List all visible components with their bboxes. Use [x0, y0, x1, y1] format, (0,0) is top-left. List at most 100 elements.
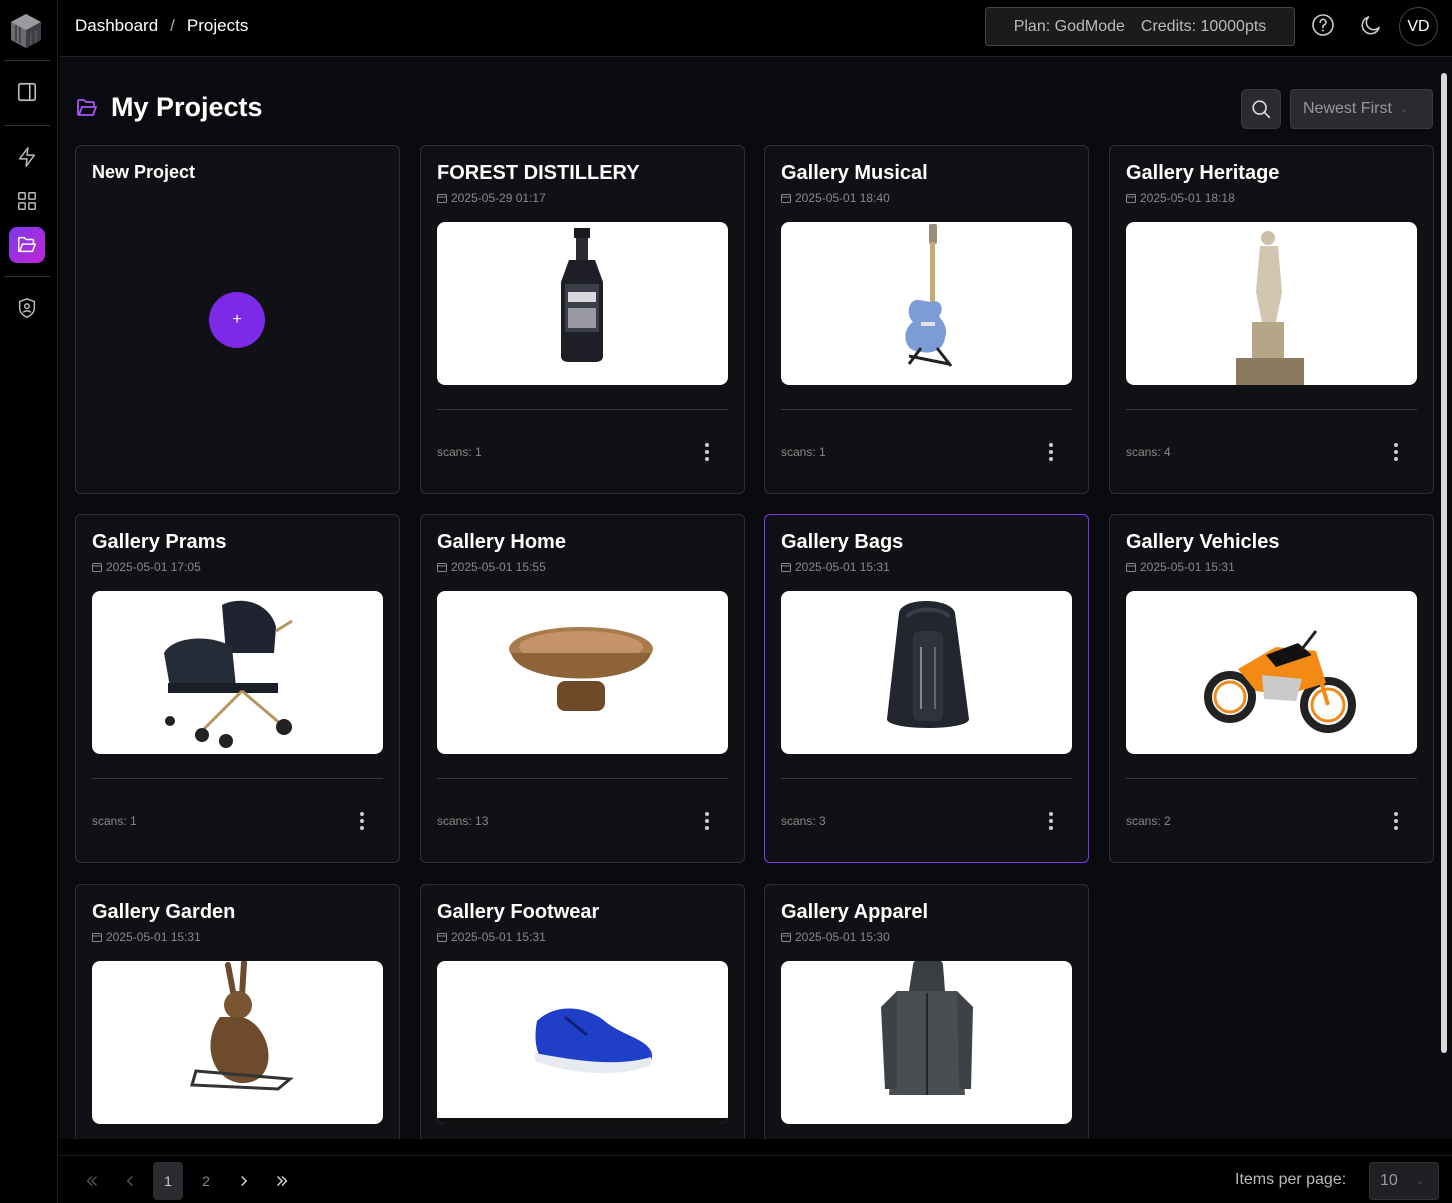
project-date: 2025-05-01 18:40	[781, 191, 890, 205]
plan-label: Plan: GodMode	[1013, 17, 1125, 35]
sidebar-item-admin[interactable]	[9, 290, 45, 326]
chevrons-right-icon	[277, 1176, 288, 1186]
project-scans: scans: 4	[1126, 445, 1171, 459]
project-thumbnail[interactable]	[781, 961, 1072, 1124]
card-divider	[92, 778, 383, 779]
project-date-text: 2025-05-01 17:05	[106, 560, 201, 574]
project-title: Gallery Bags	[781, 531, 904, 553]
sidebar-divider	[4, 276, 50, 277]
project-card[interactable]: Gallery Vehicles 2025-05-01 15:31 scans:…	[1109, 514, 1434, 863]
project-menu-button[interactable]	[1041, 809, 1061, 833]
panel-icon	[17, 82, 37, 102]
motorcycle-icon	[1204, 630, 1356, 733]
chevrons-left-icon	[86, 1176, 97, 1186]
project-card[interactable]: Gallery Prams 2025-05-01 17:05 scans: 1	[75, 514, 400, 863]
sort-select[interactable]: Newest First ⌄	[1290, 89, 1433, 129]
add-project-button[interactable]: +	[209, 292, 265, 348]
project-thumbnail[interactable]	[1126, 591, 1417, 754]
scrollbar[interactable]	[1441, 73, 1447, 1053]
project-title: Gallery Musical	[781, 162, 928, 184]
calendar-icon	[437, 933, 447, 942]
grid-icon	[18, 192, 36, 210]
project-date-text: 2025-05-01 18:40	[795, 191, 890, 205]
project-thumbnail[interactable]	[92, 961, 383, 1124]
user-avatar[interactable]: VD	[1399, 7, 1438, 46]
project-date: 2025-05-01 15:30	[781, 930, 890, 944]
card-divider	[1126, 778, 1417, 779]
project-date: 2025-05-01 15:31	[92, 930, 201, 944]
project-card[interactable]: Gallery Musical 2025-05-01 18:40 scans: …	[764, 145, 1089, 494]
prev-page-button[interactable]	[115, 1162, 145, 1200]
breadcrumb: Dashboard / Projects	[75, 16, 248, 36]
project-menu-button[interactable]	[1386, 440, 1406, 464]
project-card[interactable]: Gallery Footwear 2025-05-01 15:31	[420, 884, 745, 1139]
project-thumbnail[interactable]	[781, 591, 1072, 754]
project-card[interactable]: Gallery Heritage 2025-05-01 18:18 scans:…	[1109, 145, 1434, 494]
calendar-icon	[1126, 563, 1136, 572]
help-icon	[1312, 14, 1334, 36]
project-card[interactable]: Gallery Home 2025-05-01 15:55 scans: 13	[420, 514, 745, 863]
calendar-icon	[92, 933, 102, 942]
shield-user-icon	[18, 298, 36, 318]
project-title: Gallery Heritage	[1126, 162, 1280, 184]
project-card[interactable]: Gallery Apparel 2025-05-01 15:30	[764, 884, 1089, 1139]
project-date-text: 2025-05-01 15:30	[795, 930, 890, 944]
sidebar	[0, 0, 58, 1203]
project-date: 2025-05-01 18:18	[1126, 191, 1235, 205]
sidebar-item-quick[interactable]	[9, 139, 45, 175]
project-card[interactable]: Gallery Garden 2025-05-01 15:31	[75, 884, 400, 1139]
project-thumbnail[interactable]	[92, 591, 383, 754]
project-thumbnail[interactable]	[437, 961, 728, 1124]
sidebar-divider	[4, 125, 50, 126]
new-project-card[interactable]: New Project +	[75, 145, 400, 494]
project-thumbnail[interactable]	[437, 222, 728, 385]
jacket-icon	[881, 961, 973, 1095]
calendar-icon	[781, 933, 791, 942]
sidebar-divider	[4, 60, 50, 61]
project-menu-button[interactable]	[1386, 809, 1406, 833]
search-button[interactable]	[1241, 89, 1281, 129]
chevron-left-icon	[126, 1176, 133, 1186]
project-card[interactable]: FOREST DISTILLERY 2025-05-29 01:17 scans…	[420, 145, 745, 494]
app-logo-icon[interactable]	[10, 13, 42, 49]
project-menu-button[interactable]	[697, 440, 717, 464]
toggle-sidebar-button[interactable]	[9, 74, 45, 110]
card-divider	[781, 778, 1072, 779]
project-date: 2025-05-29 01:17	[437, 191, 546, 205]
bowl-icon	[509, 627, 653, 711]
breadcrumb-current: Projects	[186, 16, 249, 35]
sidebar-item-dashboard[interactable]	[9, 183, 45, 219]
items-per-page-select[interactable]: 10 ⌄	[1369, 1162, 1439, 1200]
project-thumbnail[interactable]	[1126, 222, 1417, 385]
project-thumbnail[interactable]	[437, 591, 728, 754]
project-card[interactable]: Gallery Bags 2025-05-01 15:31 scans: 3	[764, 514, 1089, 863]
folder-open-icon	[77, 98, 97, 116]
page-button-2[interactable]: 2	[191, 1162, 221, 1200]
calendar-icon	[781, 194, 791, 203]
help-button[interactable]	[1310, 12, 1336, 38]
backpack-icon	[887, 601, 969, 728]
project-date-text: 2025-05-01 18:18	[1140, 191, 1235, 205]
theme-toggle-button[interactable]	[1358, 12, 1384, 38]
project-scans: scans: 1	[781, 445, 826, 459]
sidebar-item-projects[interactable]	[9, 227, 45, 263]
last-page-button[interactable]	[267, 1162, 297, 1200]
search-icon	[1252, 100, 1271, 119]
top-bar: Dashboard / Projects Plan: GodMode Credi…	[59, 0, 1452, 57]
first-page-button[interactable]	[77, 1162, 107, 1200]
page-button-1[interactable]: 1	[153, 1162, 183, 1200]
project-menu-button[interactable]	[697, 809, 717, 833]
new-project-title: New Project	[92, 162, 196, 182]
project-scans: scans: 3	[781, 814, 826, 828]
project-thumbnail[interactable]	[781, 222, 1072, 385]
project-date-text: 2025-05-01 15:31	[106, 930, 201, 944]
project-menu-button[interactable]	[352, 809, 372, 833]
next-page-button[interactable]	[229, 1162, 259, 1200]
bottle-icon	[561, 228, 603, 362]
project-menu-button[interactable]	[1041, 440, 1061, 464]
plan-credits-badge[interactable]: Plan: GodMode Credits: 10000pts	[985, 7, 1295, 46]
calendar-icon	[1126, 194, 1136, 203]
credits-label: Credits: 10000pts	[1140, 17, 1267, 35]
breadcrumb-dashboard-link[interactable]: Dashboard	[75, 16, 158, 36]
card-divider	[437, 778, 728, 779]
